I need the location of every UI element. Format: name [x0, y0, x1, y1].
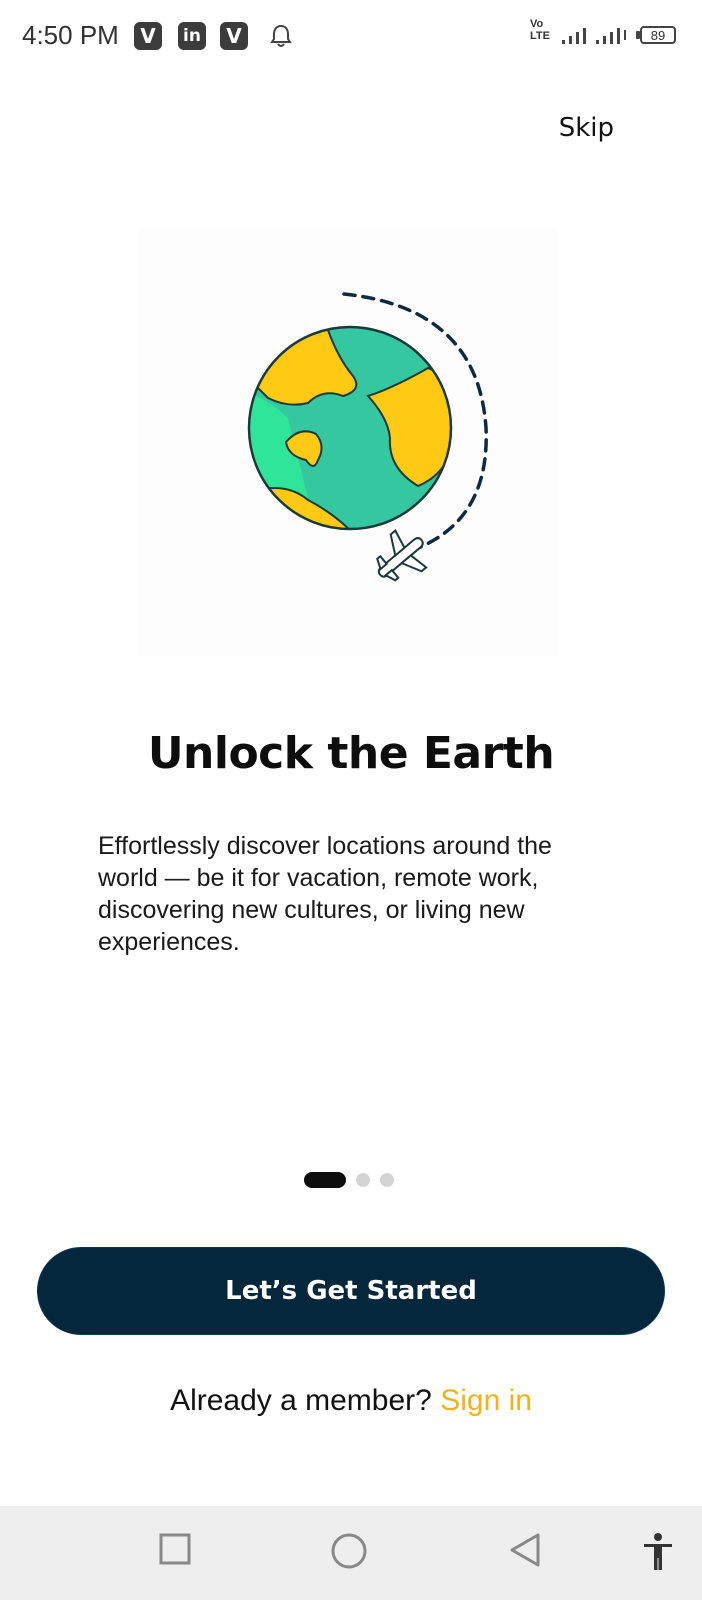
- globe-plane-icon: [247, 292, 488, 582]
- page-dot: [356, 1173, 370, 1187]
- airplane: [376, 529, 428, 582]
- globe-illustration: [138, 228, 558, 656]
- page-dot: [380, 1173, 394, 1187]
- bell-icon: [270, 24, 292, 47]
- signal-icon: [562, 28, 586, 44]
- page-indicator: [304, 1172, 394, 1188]
- page-dot-active: [304, 1172, 346, 1188]
- onboarding-description: Effortlessly discover locations around t…: [98, 832, 552, 956]
- battery-icon: 89: [640, 26, 676, 44]
- linkedin-notification-icon: in: [178, 22, 206, 50]
- member-prompt: Already a member?: [170, 1384, 432, 1417]
- signal-icon-2: [596, 28, 626, 44]
- vimeo-notification-icon-2: V: [220, 22, 248, 50]
- status-bar: 4:50 PM V in V Vo LTE 89: [0, 0, 702, 72]
- vimeo-notification-icon: V: [134, 22, 162, 50]
- onboarding-title: Unlock the Earth: [147, 728, 555, 779]
- back-icon[interactable]: [508, 1532, 542, 1568]
- volte-indicator: Vo LTE: [530, 18, 550, 42]
- skip-button[interactable]: Skip: [559, 113, 614, 143]
- get-started-button[interactable]: Let’s Get Started: [37, 1247, 665, 1335]
- accessibility-icon[interactable]: [642, 1532, 674, 1572]
- status-time: 4:50 PM: [22, 20, 119, 50]
- recents-icon[interactable]: [158, 1532, 192, 1566]
- signin-row: Already a member? Sign in: [0, 1384, 702, 1418]
- home-icon[interactable]: [330, 1532, 368, 1570]
- system-nav-bar: [0, 1506, 702, 1600]
- signin-link[interactable]: Sign in: [440, 1384, 532, 1417]
